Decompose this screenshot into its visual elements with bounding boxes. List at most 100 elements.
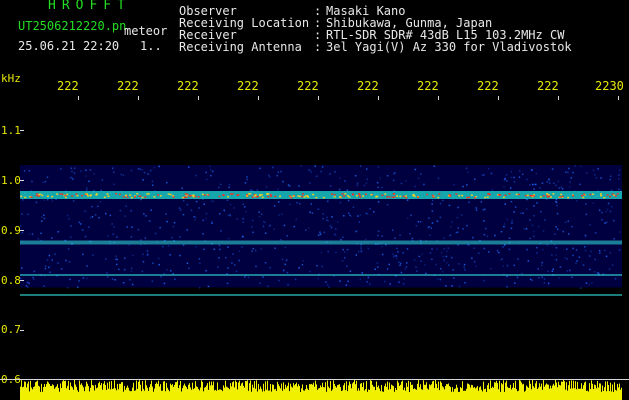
band-hot-spot: [125, 194, 127, 197]
amplitude-bar: [74, 380, 75, 400]
amplitude-bar: [269, 390, 270, 400]
amplitude-bar: [321, 387, 322, 400]
amplitude-bar: [229, 389, 230, 400]
amplitude-bar: [480, 386, 481, 400]
noise-speckle: [198, 287, 201, 289]
amplitude-bar: [457, 387, 458, 400]
amplitude-bar: [429, 384, 430, 400]
noise-speckle: [251, 250, 253, 252]
amplitude-bar: [191, 389, 192, 400]
noise-speckle: [202, 219, 204, 222]
noise-speckle: [466, 184, 468, 186]
amplitude-bar: [101, 383, 102, 400]
amplitude-bar: [150, 384, 151, 400]
amplitude-bar: [613, 391, 614, 400]
noise-speckle: [574, 165, 576, 167]
noise-speckle: [137, 228, 140, 231]
amplitude-bar: [486, 391, 487, 400]
amplitude-bar: [93, 385, 94, 400]
noise-speckle: [130, 270, 133, 272]
amplitude-bar: [251, 391, 252, 400]
noise-speckle: [462, 228, 464, 230]
noise-speckle: [186, 203, 189, 206]
amplitude-bar: [598, 387, 599, 400]
noise-speckle: [94, 214, 97, 216]
noise-speckle: [510, 227, 513, 230]
noise-speckle: [74, 167, 76, 169]
noise-speckle: [344, 180, 346, 182]
band-hot-spot: [59, 193, 62, 195]
amplitude-bar: [48, 382, 49, 400]
noise-speckle: [526, 208, 528, 210]
band-hot-spot: [346, 195, 349, 197]
noise-speckle: [194, 216, 197, 219]
amplitude-bar: [141, 391, 142, 400]
amplitude-bar: [551, 388, 552, 400]
band-hot-spot: [356, 195, 358, 197]
noise-speckle: [508, 248, 511, 251]
noise-speckle: [277, 171, 280, 174]
noise-speckle: [28, 233, 31, 236]
amplitude-bar: [148, 390, 149, 400]
amplitude-bar: [545, 384, 546, 400]
amplitude-bar: [279, 386, 280, 400]
amplitude-bar: [562, 381, 563, 400]
band-hot-spot: [270, 195, 273, 197]
noise-speckle: [558, 187, 560, 189]
amplitude-bar: [459, 391, 460, 400]
amplitude-bar: [22, 387, 23, 400]
band-hot-spot: [218, 195, 221, 198]
amplitude-bar: [616, 390, 617, 400]
amplitude-bar: [202, 381, 203, 400]
noise-speckle: [589, 268, 591, 271]
noise-speckle: [394, 237, 396, 239]
noise-speckle: [298, 267, 300, 269]
amplitude-bar: [541, 383, 542, 400]
amplitude-bar: [90, 387, 91, 400]
noise-speckle: [262, 276, 264, 278]
noise-speckle: [571, 276, 573, 278]
noise-speckle: [218, 257, 220, 259]
amplitude-bar: [508, 387, 509, 400]
noise-speckle: [329, 225, 332, 227]
amplitude-bar: [576, 389, 577, 400]
band-hot-spot: [159, 195, 162, 197]
amplitude-bar: [365, 389, 366, 400]
noise-speckle: [504, 203, 506, 205]
amplitude-bar: [204, 387, 205, 400]
amplitude-bar: [265, 381, 266, 400]
amplitude-bar: [608, 385, 609, 400]
noise-speckle: [609, 252, 612, 254]
noise-speckle: [45, 265, 47, 267]
noise-speckle: [69, 177, 71, 179]
band-hot-spot: [56, 193, 59, 195]
noise-speckle: [25, 285, 28, 287]
noise-speckle: [198, 207, 200, 209]
amplitude-bar: [509, 387, 510, 400]
noise-speckle: [376, 181, 379, 184]
noise-speckle: [565, 171, 567, 173]
noise-speckle: [227, 214, 230, 216]
amplitude-bar: [586, 390, 587, 400]
amplitude-bar: [440, 381, 441, 400]
noise-speckle: [585, 213, 588, 216]
noise-speckle: [260, 213, 263, 215]
noise-speckle: [347, 199, 350, 202]
noise-speckle: [575, 199, 578, 202]
amplitude-bar: [343, 385, 344, 400]
band-hot-spot: [75, 193, 78, 195]
amplitude-bar: [344, 383, 345, 400]
noise-speckle: [284, 263, 286, 266]
amplitude-bar: [64, 381, 65, 400]
amplitude-bar: [245, 380, 246, 400]
noise-speckle: [442, 270, 444, 273]
band-hot-spot: [130, 196, 133, 199]
noise-speckle: [485, 227, 487, 230]
band-hot-spot: [192, 194, 195, 197]
noise-speckle: [219, 213, 221, 215]
amplitude-bar: [192, 382, 193, 400]
amplitude-bar: [133, 382, 134, 400]
band-hot-spot: [251, 196, 254, 198]
noise-speckle: [278, 279, 280, 282]
amplitude-bar: [583, 385, 584, 400]
